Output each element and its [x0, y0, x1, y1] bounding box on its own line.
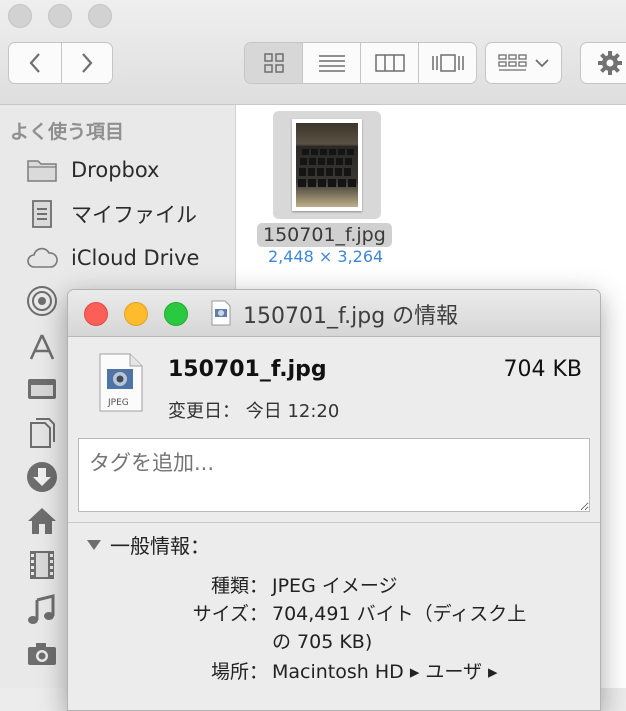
downloads-icon [25, 460, 59, 494]
view-mode-segmented-control [244, 42, 477, 84]
chevron-right-icon [82, 53, 93, 73]
get-info-window: 150701_f.jpg の情報 JPEG 150701_f.jpg 704 K… [67, 289, 601, 711]
cloud-icon [25, 241, 59, 275]
close-button-inactive[interactable] [8, 4, 32, 28]
zoom-button-inactive[interactable] [88, 4, 112, 28]
cover-flow-view-button[interactable] [419, 43, 476, 83]
sidebar-item-icloud-drive[interactable]: iCloud Drive [25, 240, 199, 276]
minimize-button[interactable] [124, 302, 148, 326]
jpeg-document-icon: JPEG [99, 353, 143, 412]
back-button[interactable] [8, 42, 62, 84]
sidebar-item-airdrop[interactable] [25, 283, 59, 319]
size-value: 704,491 バイト（ディスク上 [272, 603, 527, 625]
file-name-label[interactable]: 150701_f.jpg [257, 223, 392, 247]
file-dimensions: 2,448 × 3,264 [268, 247, 384, 266]
list-view-button[interactable] [303, 43, 361, 83]
info-modified-date: 変更日： 今日 12:20 [168, 401, 340, 422]
info-summary: JPEG 150701_f.jpg 704 KB 変更日： 今日 12:20 [68, 337, 600, 425]
forward-button[interactable] [61, 42, 113, 84]
arrange-menu-button[interactable] [485, 42, 562, 84]
location-value: Macintosh HD ▸ ユーザ ▸ [272, 661, 498, 683]
favorites-heading: よく使う項目 [10, 121, 125, 143]
general-section-toggle[interactable]: 一般情報： [86, 530, 210, 559]
sidebar-item-all-my-files[interactable]: マイファイル [25, 196, 197, 232]
kind-label: 種類： [210, 575, 268, 597]
file-thumbnail[interactable] [292, 119, 362, 211]
music-icon [25, 593, 59, 627]
chevron-down-icon [534, 59, 549, 68]
sidebar-item-documents[interactable] [25, 415, 59, 451]
general-section-title: 一般情報： [110, 534, 210, 558]
desktop-icon [25, 372, 59, 406]
disclosure-triangle-icon [87, 539, 101, 550]
home-icon [25, 504, 59, 538]
icon-view-button[interactable] [245, 43, 303, 83]
minimize-button-inactive[interactable] [48, 4, 72, 28]
chevron-left-icon [29, 53, 40, 73]
movies-icon [25, 548, 59, 582]
folder-icon [25, 153, 59, 187]
sidebar-item-home[interactable] [25, 503, 59, 539]
grid-icon [263, 53, 284, 73]
info-file-size: 704 KB [503, 357, 582, 382]
sidebar-item-downloads[interactable] [25, 459, 59, 495]
cover-flow-icon [431, 54, 464, 72]
sidebar-item-label: マイファイル [71, 203, 197, 227]
airdrop-icon [25, 284, 59, 318]
columns-icon [374, 54, 405, 72]
close-button[interactable] [84, 302, 108, 326]
sidebar-item-dropbox[interactable]: Dropbox [25, 152, 159, 188]
location-label: 場所： [210, 661, 268, 683]
camera-icon [25, 637, 59, 671]
sidebar-item-music[interactable] [25, 592, 59, 628]
zoom-button[interactable] [164, 302, 188, 326]
jpeg-file-icon [211, 300, 231, 326]
kind-value: JPEG イメージ [272, 575, 398, 597]
all-my-files-icon [25, 197, 59, 231]
size-label: サイズ： [192, 603, 268, 625]
column-view-button[interactable] [361, 43, 419, 83]
tag-input[interactable] [78, 438, 590, 512]
sidebar-item-applications[interactable] [25, 329, 59, 365]
jpeg-icon-label: JPEG [107, 398, 129, 408]
section-divider [68, 522, 600, 523]
sidebar-item-label: iCloud Drive [71, 246, 200, 270]
finder-toolbar [0, 0, 626, 105]
list-icon [318, 55, 345, 72]
arrange-icon [497, 54, 527, 71]
applications-icon [25, 330, 59, 364]
size-value-continued: の 705 KB) [272, 631, 373, 653]
action-menu-button[interactable] [580, 42, 626, 84]
sidebar-item-movies[interactable] [25, 547, 59, 583]
documents-icon [25, 416, 59, 450]
info-window-title: 150701_f.jpg の情報 [243, 304, 459, 329]
sidebar-item-label: Dropbox [71, 158, 160, 182]
sidebar-item-pictures[interactable] [25, 636, 59, 672]
info-window-titlebar[interactable]: 150701_f.jpg の情報 [68, 290, 600, 337]
gear-icon [598, 51, 622, 75]
info-file-name: 150701_f.jpg [168, 357, 327, 382]
keyboard-photo-thumbnail [296, 123, 358, 207]
sidebar-item-desktop[interactable] [25, 371, 59, 407]
